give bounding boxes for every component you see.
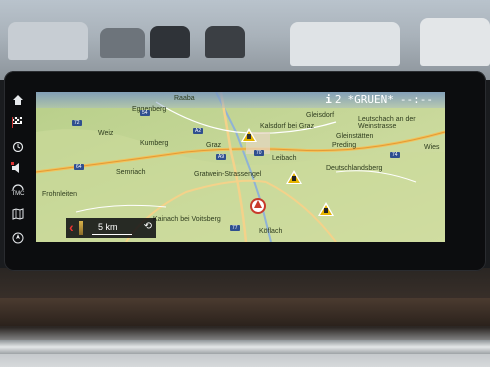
parked-car [205,26,245,58]
road-shield: 77 [230,225,240,231]
road-shield: A2 [193,128,204,134]
road-shield: 64 [74,164,84,170]
road-shield: 72 [72,120,82,126]
scale-bar [92,234,132,235]
wood-trim [0,298,490,326]
destination-flag-icon[interactable] [8,113,28,131]
map-place-label: Semriach [116,169,146,176]
parked-car [150,26,190,58]
profile-name: *GRUEN* [347,93,394,106]
rotate-view-icon[interactable]: ⟲ [144,221,152,232]
parked-car [8,22,88,60]
map-place-label: Kalsdorf bei Graz [260,123,315,130]
info-count: 2 [334,93,342,106]
red-chevron-icon[interactable]: ‹ [69,219,74,235]
alarm-icon[interactable] [8,137,28,155]
map-place-label: Gratwein-Strassengel [194,171,262,178]
tmc-label: TMC [11,190,25,197]
parked-car [100,28,145,58]
speaker-icon[interactable] [8,159,28,177]
map-place-label: Kainach bei Voitsberg [153,216,221,223]
parked-car [420,18,490,66]
airport-icon [241,128,257,142]
traffic-warning-icon[interactable] [286,170,302,184]
clock: --:-- [399,93,433,106]
map-place-label: Kumberg [140,140,169,147]
map-place-label: Leutschach an der Weinstrasse [358,116,416,130]
map-place-label: Frohnleiten [42,191,78,198]
traffic-warning-icon[interactable] [318,202,334,216]
compass-icon[interactable] [8,229,28,247]
map-place-label: Raaba [174,95,195,102]
sidebar: TMC [8,91,28,321]
home-icon[interactable] [8,91,28,109]
navigation-map-screen[interactable]: i2*GRUEN*--:-- Eggenberg Raaba Kalsdorf … [36,92,445,242]
background-photo-top [0,0,490,80]
map-place-label: Gleisdorf [306,112,335,119]
map-place-label: Weiz [98,130,114,137]
scale-label: 5 km [98,222,118,232]
chrome-strip [0,340,490,354]
info-icon[interactable]: i [325,93,332,106]
status-bar: i 2 *GRUEN* --:-- [36,92,445,108]
map-book-icon[interactable] [8,205,28,223]
map-scale[interactable]: ‹ 5 km ⟲ [66,218,156,238]
map-place-label: Deutschlandsberg [326,165,383,172]
map-place-label: Gleinstätten [336,133,374,140]
map-place-label: Preding [332,142,357,149]
map-place-label: Wies [424,144,440,151]
map-place-label: Graz [206,142,222,149]
tmc-icon[interactable]: TMC [8,181,28,199]
road-shield: 70 [254,150,264,156]
road-shield: 74 [390,152,400,158]
parked-car [290,22,400,66]
road-shield: 54 [140,110,150,116]
status-readout: i 2 *GRUEN* --:-- [319,93,433,106]
map-place-label: Leibach [272,155,297,162]
map-place-label: Köflach [259,228,283,235]
road-shield: A9 [216,154,227,160]
zoom-level-bar [79,221,83,235]
